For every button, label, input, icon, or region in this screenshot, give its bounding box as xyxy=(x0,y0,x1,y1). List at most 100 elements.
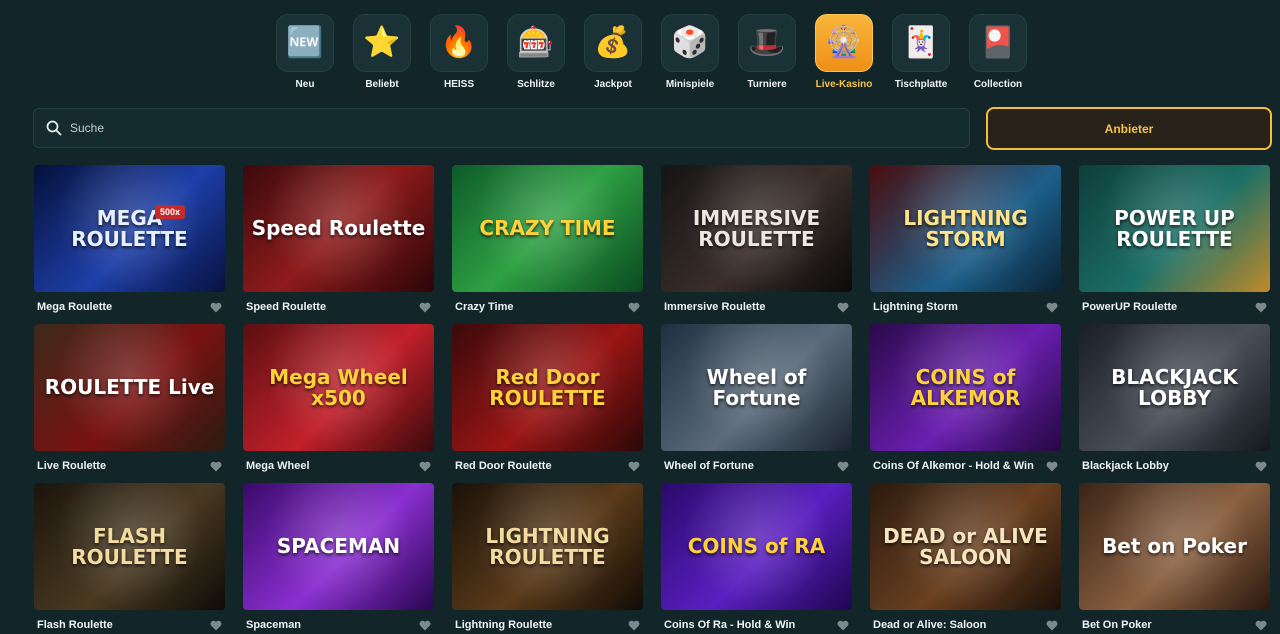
game-name[interactable]: Live Roulette xyxy=(37,460,106,472)
game-name[interactable]: Lightning Storm xyxy=(873,301,958,313)
game-caption: Lightning Storm xyxy=(870,292,1061,322)
game-thumbnail[interactable]: DEAD or ALIVE SALOON xyxy=(870,483,1061,610)
game-tile: BLACKJACK LOBBY Blackjack Lobby xyxy=(1079,324,1270,483)
game-thumbnail[interactable]: Speed Roulette xyxy=(243,165,434,292)
game-thumbnail[interactable]: MEGA ROULETTE 500x xyxy=(34,165,225,292)
game-thumbnail[interactable]: Red Door ROULETTE xyxy=(452,324,643,451)
game-thumbnail[interactable]: SPACEMAN xyxy=(243,483,434,610)
heart-icon[interactable] xyxy=(1046,302,1058,313)
game-thumbnail[interactable]: LIGHTNING ROULETTE xyxy=(452,483,643,610)
game-caption: Red Door Roulette xyxy=(452,451,643,481)
category-collection[interactable]: 🎴 Collection xyxy=(969,14,1027,90)
heart-icon[interactable] xyxy=(628,461,640,472)
game-thumbnail[interactable]: POWER UP ROULETTE xyxy=(1079,165,1270,292)
game-thumbnail[interactable]: ROULETTE Live xyxy=(34,324,225,451)
game-tile: COINS of RA Coins Of Ra - Hold & Win xyxy=(661,483,852,634)
category-label: Live-Kasino xyxy=(815,79,873,90)
game-tile: LIGHTNING STORM Lightning Storm xyxy=(870,165,1061,324)
game-thumbnail[interactable]: LIGHTNING STORM xyxy=(870,165,1061,292)
category-beliebt[interactable]: ⭐ Beliebt xyxy=(353,14,411,90)
heart-icon[interactable] xyxy=(210,302,222,313)
game-caption: Coins Of Alkemor - Hold & Win xyxy=(870,451,1061,481)
game-name[interactable]: Lightning Roulette xyxy=(455,619,552,631)
game-caption: Coins Of Ra - Hold & Win xyxy=(661,610,852,634)
category-turniere[interactable]: 🎩 Turniere xyxy=(738,14,796,90)
category-tischplatte[interactable]: 🃏 Tischplatte xyxy=(892,14,950,90)
heart-icon[interactable] xyxy=(419,461,431,472)
game-name[interactable]: Immersive Roulette xyxy=(664,301,765,313)
game-tile: FLASH ROULETTE Flash Roulette xyxy=(34,483,225,634)
game-name[interactable]: Blackjack Lobby xyxy=(1082,460,1169,472)
game-thumbnail[interactable]: IMMERSIVE ROULETTE xyxy=(661,165,852,292)
game-tile: DEAD or ALIVE SALOON Dead or Alive: Saloo… xyxy=(870,483,1061,634)
game-name[interactable]: Bet On Poker xyxy=(1082,619,1152,631)
heart-icon[interactable] xyxy=(419,302,431,313)
slot-machine-icon: 🎰 xyxy=(507,14,565,72)
game-name[interactable]: Coins Of Ra - Hold & Win xyxy=(664,619,795,631)
game-art-title: Red Door ROULETTE xyxy=(489,364,606,410)
category-live-kasino[interactable]: 🎡 Live-Kasino xyxy=(815,14,873,90)
game-name[interactable]: Spaceman xyxy=(246,619,301,631)
category-label: Minispiele xyxy=(665,79,715,90)
heart-icon[interactable] xyxy=(1255,461,1267,472)
heart-icon[interactable] xyxy=(628,302,640,313)
game-name[interactable]: Mega Roulette xyxy=(37,301,112,313)
game-tile: Wheel of Fortune Wheel of Fortune xyxy=(661,324,852,483)
game-thumbnail[interactable]: Wheel of Fortune xyxy=(661,324,852,451)
heart-icon[interactable] xyxy=(1046,620,1058,631)
heart-icon[interactable] xyxy=(628,620,640,631)
game-name[interactable]: Mega Wheel xyxy=(246,460,310,472)
category-label: Neu xyxy=(295,79,315,90)
game-tile: IMMERSIVE ROULETTE Immersive Roulette xyxy=(661,165,852,324)
game-tile: Mega Wheel x500 Mega Wheel xyxy=(243,324,434,483)
heart-icon[interactable] xyxy=(210,620,222,631)
star-icon: ⭐ xyxy=(353,14,411,72)
heart-icon[interactable] xyxy=(419,620,431,631)
game-thumbnail[interactable]: COINS of RA xyxy=(661,483,852,610)
category-label: Collection xyxy=(973,79,1023,90)
provider-filter-button[interactable]: Anbieter xyxy=(986,107,1272,150)
game-art-title: LIGHTNING STORM xyxy=(903,205,1028,251)
top-hat-icon: 🎩 xyxy=(738,14,796,72)
heart-icon[interactable] xyxy=(1255,302,1267,313)
game-caption: Bet On Poker xyxy=(1079,610,1270,634)
category-minispiele[interactable]: 🎲 Minispiele xyxy=(661,14,719,90)
game-art-title: DEAD or ALIVE SALOON xyxy=(883,523,1048,569)
heart-icon[interactable] xyxy=(1255,620,1267,631)
game-name[interactable]: Flash Roulette xyxy=(37,619,113,631)
heart-icon[interactable] xyxy=(1046,461,1058,472)
heart-icon[interactable] xyxy=(837,461,849,472)
game-thumbnail[interactable]: BLACKJACK LOBBY xyxy=(1079,324,1270,451)
game-art-title: MEGA ROULETTE xyxy=(71,205,188,251)
search-bar[interactable] xyxy=(33,108,970,148)
heart-icon[interactable] xyxy=(837,620,849,631)
game-name[interactable]: Coins Of Alkemor - Hold & Win xyxy=(873,460,1034,472)
game-thumbnail[interactable]: Bet on Poker xyxy=(1079,483,1270,610)
game-thumbnail[interactable]: Mega Wheel x500 xyxy=(243,324,434,451)
game-name[interactable]: Crazy Time xyxy=(455,301,514,313)
game-art-title: COINS of ALKEMOR xyxy=(910,364,1021,410)
category-heiss[interactable]: 🔥 HEISS xyxy=(430,14,488,90)
game-name[interactable]: Speed Roulette xyxy=(246,301,326,313)
search-input[interactable] xyxy=(70,109,969,147)
game-art-title: COINS of RA xyxy=(687,534,826,558)
game-thumbnail[interactable]: CRAZY TIME xyxy=(452,165,643,292)
game-art-title: POWER UP ROULETTE xyxy=(1114,205,1235,251)
game-name[interactable]: Red Door Roulette xyxy=(455,460,552,472)
game-name[interactable]: PowerUP Roulette xyxy=(1082,301,1177,313)
heart-icon[interactable] xyxy=(837,302,849,313)
game-tile: LIGHTNING ROULETTE Lightning Roulette xyxy=(452,483,643,634)
money-bag-icon: 💰 xyxy=(584,14,642,72)
game-art-title: CRAZY TIME xyxy=(479,216,616,240)
game-thumbnail[interactable]: COINS of ALKEMOR xyxy=(870,324,1061,451)
category-bar: 🆕 Neu ⭐ Beliebt 🔥 HEISS 🎰 Schlitze 💰 Jackpot 🎲 Mini… xyxy=(276,14,1027,90)
game-name[interactable]: Wheel of Fortune xyxy=(664,460,754,472)
game-tile: SPACEMAN Spaceman xyxy=(243,483,434,634)
category-jackpot[interactable]: 💰 Jackpot xyxy=(584,14,642,90)
category-neu[interactable]: 🆕 Neu xyxy=(276,14,334,90)
category-schlitze[interactable]: 🎰 Schlitze xyxy=(507,14,565,90)
heart-icon[interactable] xyxy=(210,461,222,472)
game-thumbnail[interactable]: FLASH ROULETTE xyxy=(34,483,225,610)
game-art-title: FLASH ROULETTE xyxy=(71,523,188,569)
game-name[interactable]: Dead or Alive: Saloon xyxy=(873,619,986,631)
